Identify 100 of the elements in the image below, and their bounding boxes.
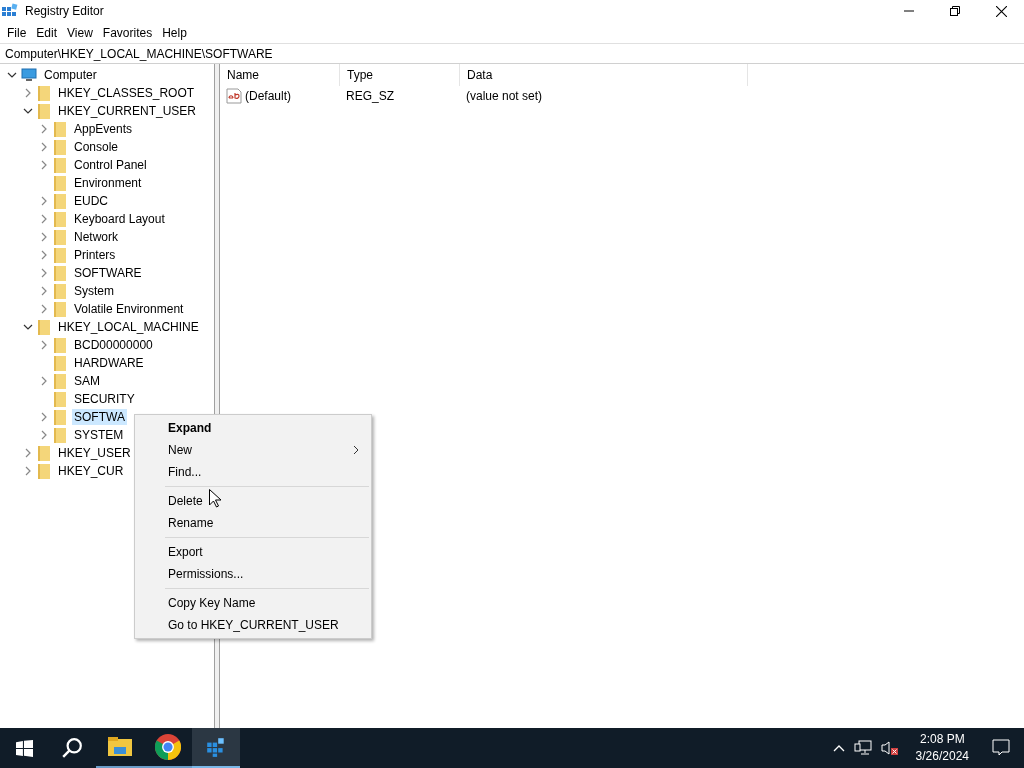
folder-icon [52, 427, 68, 443]
chevron-right-icon[interactable] [39, 340, 49, 350]
menu-item[interactable]: Delete [135, 490, 371, 512]
tree-item[interactable]: SECURITY [72, 391, 137, 407]
menu-item[interactable]: File [2, 25, 32, 40]
menu-item[interactable]: Rename [135, 512, 371, 534]
column-header[interactable]: Name [220, 64, 340, 86]
tree-item[interactable]: HKEY_USER [56, 445, 133, 461]
folder-icon [52, 157, 68, 173]
tree-item[interactable]: SOFTWA [72, 409, 127, 425]
menu-item[interactable]: Favorites [97, 25, 158, 40]
column-header[interactable]: Type [340, 64, 460, 86]
chevron-up-icon[interactable] [832, 744, 845, 752]
window-title: Registry Editor [25, 4, 104, 18]
menu-item[interactable]: Expand [135, 417, 371, 439]
tree-item[interactable]: System [72, 283, 116, 299]
app-icon [2, 3, 18, 19]
menu-item[interactable]: Find... [135, 461, 371, 483]
address-bar[interactable]: Computer\HKEY_LOCAL_MACHINE\SOFTWARE [0, 43, 1024, 64]
folder-icon [52, 391, 68, 407]
notification-icon[interactable] [992, 739, 1010, 757]
tree-item[interactable]: Volatile Environment [72, 301, 186, 317]
windows-logo-icon[interactable] [15, 739, 33, 757]
menu-item[interactable]: Edit [31, 25, 63, 40]
chevron-right-icon[interactable] [39, 250, 49, 260]
folder-icon [36, 103, 52, 119]
tree-item[interactable]: Computer [42, 67, 99, 83]
tree-item[interactable]: HKEY_CURRENT_USER [56, 103, 199, 119]
chevron-right-icon[interactable] [23, 448, 33, 458]
registry-icon[interactable] [192, 728, 240, 768]
chevron-right-icon[interactable] [39, 412, 49, 422]
chevron-right-icon[interactable] [39, 268, 49, 278]
folder-icon [52, 139, 68, 155]
chevron-down-icon[interactable] [23, 322, 33, 332]
folder-icon [52, 355, 68, 371]
folder-icon [52, 337, 68, 353]
chevron-down-icon[interactable] [23, 106, 33, 116]
tree-item[interactable]: Network [72, 229, 120, 245]
tree-item[interactable]: BCD00000000 [72, 337, 155, 353]
tree-item[interactable]: Control Panel [72, 157, 149, 173]
folder-icon [52, 193, 68, 209]
chevron-right-icon[interactable] [39, 286, 49, 296]
folder-icon [36, 319, 52, 335]
chevron-right-icon[interactable] [23, 88, 33, 98]
tree-item[interactable]: Printers [72, 247, 118, 263]
chevron-right-icon[interactable] [23, 466, 33, 476]
folder-icon [52, 247, 68, 263]
chevron-right-icon[interactable] [39, 142, 49, 152]
menu-item[interactable]: Export [135, 541, 371, 563]
tree-item[interactable]: HKEY_CUR [56, 463, 126, 479]
folder-icon [36, 85, 52, 101]
chevron-down-icon[interactable] [7, 70, 17, 80]
chevron-right-icon[interactable] [39, 430, 49, 440]
folder-icon [52, 265, 68, 281]
folder-icon [52, 409, 68, 425]
folder-icon [36, 463, 52, 479]
column-header[interactable]: Data [460, 64, 748, 86]
menu-item[interactable]: Copy Key Name [135, 592, 371, 614]
folder-icon [52, 373, 68, 389]
folder-icon [52, 229, 68, 245]
clock-time[interactable]: 2:08 PM [919, 731, 965, 748]
chevron-right-icon[interactable] [39, 376, 49, 386]
tree-item[interactable]: Console [72, 139, 121, 155]
folder-icon [52, 283, 68, 299]
folder-icon [52, 175, 68, 191]
cursor-icon [209, 489, 221, 508]
tree-item[interactable]: HKEY_CLASSES_ROOT [56, 85, 197, 101]
chevron-right-icon[interactable] [39, 124, 49, 134]
tree-item[interactable]: Environment [72, 175, 144, 191]
restore-icon[interactable] [950, 6, 960, 16]
tree-item[interactable]: Keyboard Layout [72, 211, 167, 227]
menu-item[interactable]: Go to HKEY_CURRENT_USER [135, 614, 371, 636]
chevron-right-icon[interactable] [39, 214, 49, 224]
close-icon[interactable] [995, 5, 1007, 17]
folder-icon [36, 445, 52, 461]
table-cell-text: (value not set) [465, 89, 544, 103]
table-cell: (Default) [245, 89, 291, 103]
menu-item[interactable]: View [62, 25, 98, 40]
network-icon[interactable] [853, 740, 872, 756]
tree-item[interactable]: AppEvents [72, 121, 135, 137]
tree-item[interactable]: SOFTWARE [72, 265, 144, 281]
chevron-right-icon[interactable] [39, 304, 49, 314]
menu-item[interactable]: New [135, 439, 371, 461]
tree-item[interactable]: SYSTEM [72, 427, 126, 443]
tree-item[interactable]: HARDWARE [72, 355, 146, 371]
folder-icon [52, 301, 68, 317]
tree-item[interactable]: HKEY_LOCAL_MACHINE [56, 319, 201, 335]
clock-date[interactable]: 3/26/2024 [915, 748, 969, 765]
folder-icon [52, 121, 68, 137]
volume-muted-icon[interactable] [880, 740, 899, 756]
chevron-right-icon[interactable] [39, 160, 49, 170]
tree-item[interactable]: EUDC [72, 193, 110, 209]
computer-icon [20, 67, 38, 83]
menu-item[interactable]: Permissions... [135, 563, 371, 585]
menu-item[interactable]: Help [157, 25, 192, 40]
folder-icon [52, 211, 68, 227]
chevron-right-icon[interactable] [39, 196, 49, 206]
chevron-right-icon[interactable] [39, 232, 49, 242]
tree-item[interactable]: SAM [72, 373, 102, 389]
search-icon[interactable] [61, 737, 83, 759]
